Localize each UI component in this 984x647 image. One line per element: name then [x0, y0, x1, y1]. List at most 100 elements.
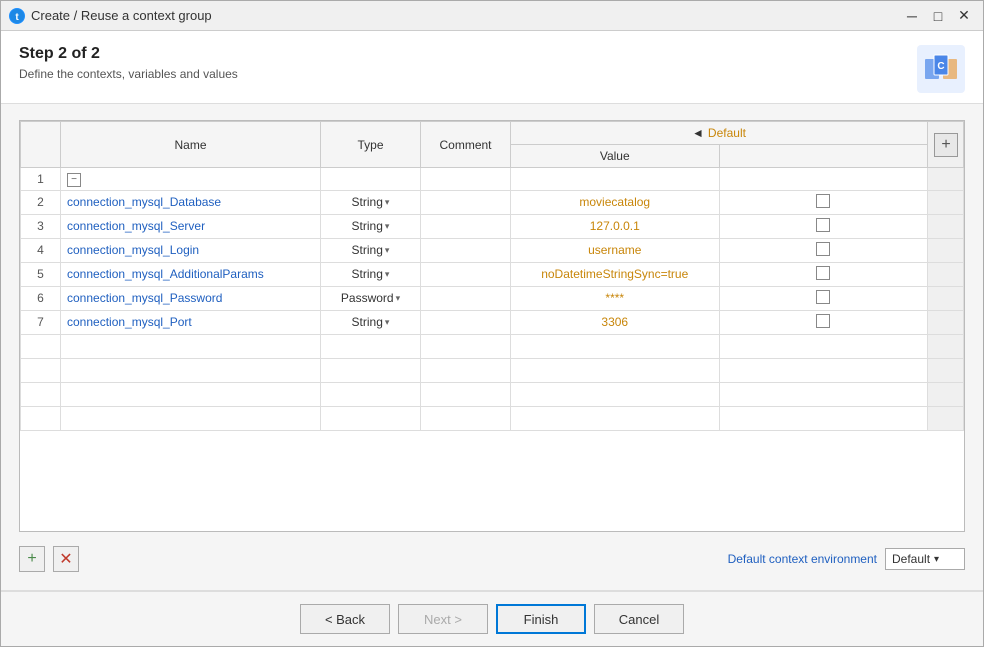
- row-comment: [421, 286, 511, 310]
- row-number: 3: [21, 214, 61, 238]
- close-button[interactable]: ✕: [953, 5, 975, 27]
- row-name[interactable]: connection_mysql_Password: [61, 286, 321, 310]
- empty-cell: [21, 358, 61, 382]
- row-name[interactable]: connection_mysql_Server: [61, 214, 321, 238]
- row-type[interactable]: String▾: [321, 238, 421, 262]
- col-arrow-icon[interactable]: ◄: [692, 126, 704, 140]
- env-select[interactable]: Default ▾: [885, 548, 965, 570]
- row-name[interactable]: −: [61, 168, 321, 191]
- empty-cell: [421, 334, 511, 358]
- empty-cell: [21, 406, 61, 430]
- table-row: 2connection_mysql_DatabaseString▾movieca…: [21, 190, 964, 214]
- type-dropdown-arrow: ▾: [385, 197, 390, 208]
- row-name[interactable]: connection_mysql_Database: [61, 190, 321, 214]
- add-column-button[interactable]: +: [928, 122, 964, 168]
- row-type[interactable]: Password▾: [321, 286, 421, 310]
- add-icon: +: [27, 550, 36, 568]
- empty-cell: [511, 334, 720, 358]
- row-comment: [421, 214, 511, 238]
- row-name[interactable]: connection_mysql_AdditionalParams: [61, 262, 321, 286]
- row-add-cell: [928, 310, 964, 334]
- row-number: 4: [21, 238, 61, 262]
- table-row: 3connection_mysql_ServerString▾ 127.0.0.1: [21, 214, 964, 238]
- title-bar: t Create / Reuse a context group ─ □ ✕: [1, 1, 983, 31]
- table-row: 6connection_mysql_PasswordPassword▾****: [21, 286, 964, 310]
- title-bar-left: t Create / Reuse a context group: [9, 8, 212, 24]
- empty-cell: [719, 358, 928, 382]
- empty-cell: [719, 406, 928, 430]
- row-value[interactable]: username: [511, 238, 720, 262]
- table-row: 4connection_mysql_LoginString▾ username: [21, 238, 964, 262]
- row-checkbox-cell: [719, 168, 928, 191]
- empty-row: [21, 358, 964, 382]
- cancel-button[interactable]: Cancel: [594, 604, 684, 634]
- row-value[interactable]: noDatetimeStringSync=true: [511, 262, 720, 286]
- row-checkbox[interactable]: [816, 194, 830, 208]
- col-name-header: Name: [61, 122, 321, 168]
- maximize-button[interactable]: □: [927, 5, 949, 27]
- row-value[interactable]: ****: [511, 286, 720, 310]
- col-number: [21, 122, 61, 168]
- row-type[interactable]: String▾: [321, 190, 421, 214]
- col-value-header: Value: [511, 145, 720, 168]
- content: Name Type Comment ◄ Default +: [1, 104, 983, 590]
- col-default-label: Default: [708, 126, 746, 140]
- table-container: Name Type Comment ◄ Default +: [19, 120, 965, 532]
- add-row-button[interactable]: +: [19, 546, 45, 572]
- empty-cell: [321, 358, 421, 382]
- row-checkbox[interactable]: [816, 290, 830, 304]
- row-value[interactable]: [511, 168, 720, 191]
- row-add-cell: [928, 168, 964, 191]
- empty-cell: [928, 382, 964, 406]
- row-value[interactable]: moviecatalog: [511, 190, 720, 214]
- empty-cell: [421, 358, 511, 382]
- collapse-button[interactable]: −: [67, 173, 81, 187]
- row-number: 7: [21, 310, 61, 334]
- type-dropdown-arrow: ▾: [396, 293, 401, 304]
- back-button[interactable]: < Back: [300, 604, 390, 634]
- env-dropdown-arrow: ▾: [934, 554, 939, 565]
- minimize-button[interactable]: ─: [901, 5, 923, 27]
- bottom-bar: + ✕ Default context environment Default …: [19, 544, 965, 574]
- row-checkbox-cell: [719, 262, 928, 286]
- finish-button[interactable]: Finish: [496, 604, 586, 634]
- empty-cell: [421, 406, 511, 430]
- row-name[interactable]: connection_mysql_Login: [61, 238, 321, 262]
- row-type[interactable]: String▾: [321, 262, 421, 286]
- empty-cell: [61, 382, 321, 406]
- default-env-label: Default context environment: [728, 552, 877, 566]
- header-icon: C: [917, 45, 965, 93]
- empty-cell: [61, 334, 321, 358]
- row-checkbox[interactable]: [816, 314, 830, 328]
- col-check-header: [719, 145, 928, 168]
- row-type[interactable]: String▾: [321, 214, 421, 238]
- remove-row-button[interactable]: ✕: [53, 546, 79, 572]
- row-type[interactable]: [321, 168, 421, 191]
- empty-cell: [321, 382, 421, 406]
- row-checkbox[interactable]: [816, 266, 830, 280]
- row-type[interactable]: String▾: [321, 310, 421, 334]
- row-comment: [421, 310, 511, 334]
- context-table: Name Type Comment ◄ Default +: [20, 121, 964, 431]
- table-body: 1−2connection_mysql_DatabaseString▾movie…: [21, 168, 964, 431]
- row-name[interactable]: connection_mysql_Port: [61, 310, 321, 334]
- empty-cell: [421, 382, 511, 406]
- row-number: 1: [21, 168, 61, 191]
- row-checkbox[interactable]: [816, 218, 830, 232]
- add-col-icon[interactable]: +: [934, 133, 958, 157]
- row-value[interactable]: 127.0.0.1: [511, 214, 720, 238]
- empty-cell: [321, 334, 421, 358]
- type-value: String: [352, 195, 383, 209]
- next-button[interactable]: Next >: [398, 604, 488, 634]
- row-value[interactable]: 3306: [511, 310, 720, 334]
- type-value: String: [352, 243, 383, 257]
- row-comment: [421, 168, 511, 191]
- env-selected-value: Default: [892, 552, 930, 566]
- type-value: String: [352, 267, 383, 281]
- col-default-header: ◄ Default: [511, 122, 928, 145]
- empty-cell: [511, 382, 720, 406]
- dialog: t Create / Reuse a context group ─ □ ✕ S…: [0, 0, 984, 647]
- row-add-cell: [928, 238, 964, 262]
- dialog-title: Create / Reuse a context group: [31, 8, 212, 23]
- row-checkbox[interactable]: [816, 242, 830, 256]
